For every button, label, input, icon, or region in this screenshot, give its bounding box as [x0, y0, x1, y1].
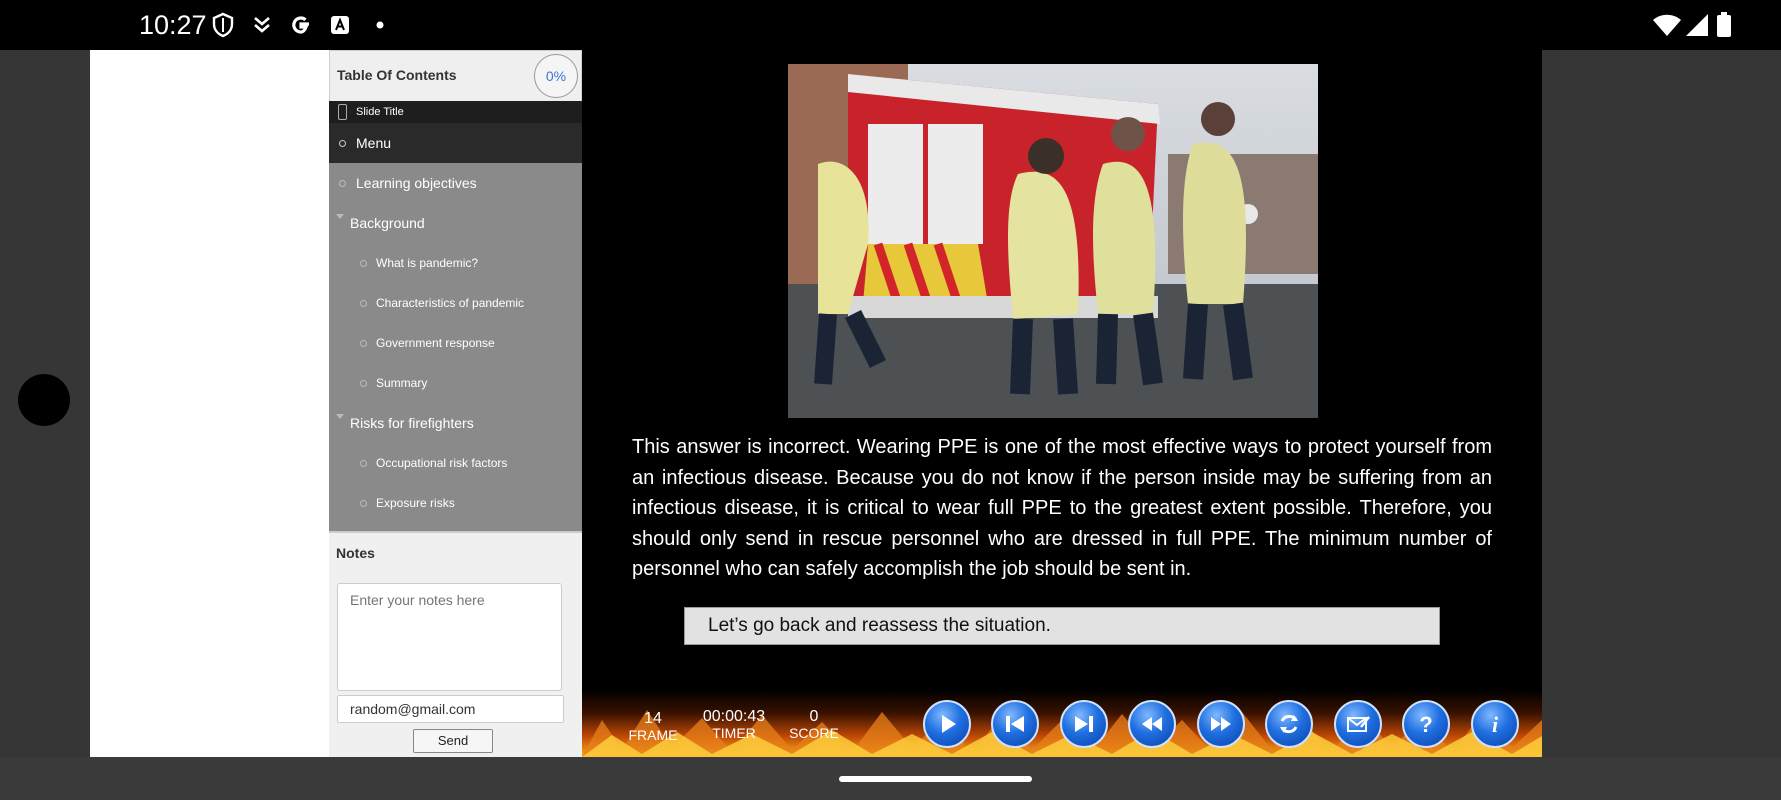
- font-icon: [327, 12, 353, 38]
- email-icon: [1347, 716, 1370, 732]
- status-time: 10:27: [139, 10, 207, 40]
- last-slide-icon: [1075, 716, 1093, 732]
- toc-item-label: Learning objectives: [356, 175, 477, 191]
- bullet-icon: [360, 340, 367, 347]
- score-label: SCORE: [789, 725, 839, 741]
- signal-icon: [1684, 12, 1710, 43]
- dot-icon: [367, 12, 393, 38]
- phone-icon: [338, 104, 347, 120]
- send-button[interactable]: Send: [413, 729, 493, 753]
- toc-item-label: Risks for firefighters: [350, 415, 474, 431]
- toc-item-risks-for-firefighters[interactable]: Risks for firefighters: [329, 403, 582, 443]
- help-icon: ?: [1419, 712, 1432, 737]
- play-button[interactable]: [923, 700, 971, 748]
- toc-item-occupational-risk-factors[interactable]: Occupational risk factors: [329, 443, 582, 483]
- toc-item-characteristics[interactable]: Characteristics of pandemic: [329, 283, 582, 323]
- email-button[interactable]: [1334, 700, 1382, 748]
- slide-title-label: Slide Title: [356, 106, 404, 118]
- info-button[interactable]: i: [1471, 700, 1519, 748]
- play-icon: [942, 715, 956, 733]
- toc-item-label: Characteristics of pandemic: [376, 296, 525, 310]
- frame-counter: 14 FRAME: [628, 710, 678, 744]
- bullet-icon: [360, 380, 367, 387]
- fast-forward-button[interactable]: [1197, 700, 1245, 748]
- toc-item-government-response[interactable]: Government response: [329, 323, 582, 363]
- rewind-button[interactable]: [1128, 700, 1176, 748]
- notes-label: Notes: [336, 545, 375, 561]
- wifi-icon: [1652, 12, 1682, 43]
- timer: 00:00:43 TIMER: [698, 708, 770, 742]
- slide-title-row: Slide Title: [329, 101, 582, 123]
- toc-item-label: What is pandemic?: [376, 256, 479, 270]
- toc-title: Table Of Contents: [337, 67, 457, 83]
- activity-icon: [249, 12, 275, 38]
- toc-item-summary[interactable]: Summary: [329, 363, 582, 403]
- info-icon: i: [1492, 712, 1499, 737]
- score: 0 SCORE: [786, 708, 842, 742]
- feedback-text: This answer is incorrect. Wearing PPE is…: [632, 436, 1492, 580]
- bullet-icon: [360, 460, 367, 467]
- first-slide-icon: [1006, 716, 1024, 732]
- toc-header: Table Of Contents 0%: [329, 50, 582, 102]
- toc-item-exposure-risks[interactable]: Exposure risks: [329, 483, 582, 523]
- reassess-button[interactable]: Let’s go back and reassess the situation…: [684, 607, 1440, 645]
- toc-item-label: Occupational risk factors: [376, 456, 508, 470]
- toc-item-menu[interactable]: Menu: [329, 123, 582, 163]
- toc-item-background[interactable]: Background: [329, 203, 582, 243]
- last-slide-button[interactable]: [1060, 700, 1108, 748]
- slide-area: This answer is incorrect. Wearing PPE is…: [582, 50, 1542, 757]
- frame-label: FRAME: [628, 727, 678, 743]
- toc-item-label: Exposure risks: [376, 496, 455, 510]
- toc-item-what-is-pandemic[interactable]: What is pandemic?: [329, 243, 582, 283]
- refresh-button[interactable]: [1265, 700, 1313, 748]
- svg-text:i: i: [1492, 712, 1499, 737]
- rewind-icon: [1142, 717, 1162, 731]
- right-gutter: [1542, 50, 1781, 757]
- svg-text:?: ?: [1419, 712, 1432, 737]
- player-control-bar: 14 FRAME 00:00:43 TIMER 0 SCORE ? i: [582, 690, 1542, 757]
- navigation-bar: [0, 757, 1781, 800]
- bullet-icon: [360, 500, 367, 507]
- help-button[interactable]: ?: [1402, 700, 1450, 748]
- bullet-icon: [360, 300, 367, 307]
- notes-textarea[interactable]: [337, 583, 562, 691]
- toc-item-label: Menu: [356, 135, 392, 151]
- refresh-icon: [1280, 714, 1298, 734]
- sidebar: Table Of Contents 0% Slide Title Menu Le…: [329, 50, 582, 759]
- email-field[interactable]: [337, 695, 564, 723]
- shield-icon: [210, 12, 236, 38]
- home-handle[interactable]: [839, 776, 1032, 782]
- first-slide-button[interactable]: [991, 700, 1039, 748]
- frame-value: 14: [644, 710, 662, 727]
- toc-item-learning-objectives[interactable]: Learning objectives: [329, 163, 582, 203]
- battery-icon: [1716, 12, 1732, 43]
- google-icon: [288, 12, 314, 38]
- expand-triangle-icon: [336, 414, 344, 419]
- firefighters-ppe-photo: [788, 64, 1318, 418]
- score-value: 0: [809, 708, 819, 725]
- toc-item-label: Government response: [376, 336, 495, 350]
- fast-forward-icon: [1211, 717, 1231, 731]
- progress-indicator: 0%: [534, 54, 578, 98]
- status-bar: 10:27: [0, 0, 1781, 50]
- bullet-icon: [360, 260, 367, 267]
- bullet-icon: [339, 180, 346, 187]
- timer-label: TIMER: [712, 725, 756, 741]
- timer-value: 00:00:43: [702, 708, 766, 725]
- bullet-icon: [339, 140, 346, 147]
- notes-panel: Notes Send: [329, 531, 582, 759]
- floating-button[interactable]: [18, 374, 70, 426]
- toc-item-label: Background: [350, 215, 425, 231]
- toc-item-label: Summary: [376, 376, 428, 390]
- expand-triangle-icon: [336, 214, 344, 219]
